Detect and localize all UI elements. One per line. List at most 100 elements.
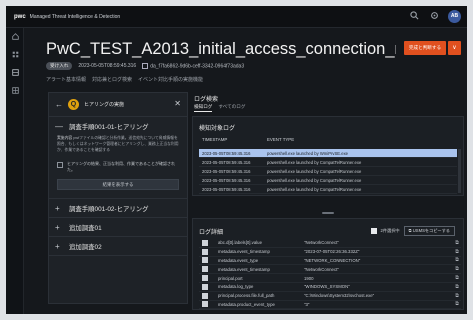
tab-all-logs[interactable]: すべてのログ	[218, 104, 245, 112]
nav-rail	[6, 28, 24, 314]
accordion-header[interactable]: + 追加調査01	[49, 218, 187, 236]
row-checkbox[interactable]	[202, 292, 208, 299]
table-header: TIMESTAMP EVENT TYPE	[199, 137, 457, 147]
show-result-button[interactable]: 結果を表示する	[57, 179, 179, 190]
app-title: Managed Threat Intelligence & Detection	[29, 13, 121, 20]
log-details-title: ログ詳細	[199, 230, 224, 236]
detected-rows: 2023-05-05T08:59:45.316 powershell.exe l…	[199, 149, 457, 194]
accordion-body: 実施内容 pwfファイルの確認と分析作業。送信宛先について脅威情報を照合、もしく…	[49, 135, 187, 198]
log-search-title: ログ検索	[194, 97, 219, 103]
selection-count: 2件選択中	[380, 228, 400, 233]
row-checkbox[interactable]	[202, 239, 208, 246]
accordion-header[interactable]: + 追加調査02	[49, 237, 187, 255]
log-details-card: ログ詳細 2件選択中 ⧉ USMSをコピーする abc.d[0].labels[…	[192, 218, 464, 310]
copy-icon[interactable]: ⧉	[453, 257, 461, 263]
detail-row[interactable]: metadata.event_type "NETWORK_CONNECTION"…	[199, 257, 461, 266]
home-icon[interactable]	[6, 32, 24, 46]
status-badge: 受け入れ	[46, 62, 73, 70]
table-row[interactable]: 2023-05-05T08:59:45.316 powershell.exe l…	[199, 158, 457, 167]
accordion-section-4: + 追加調査02	[49, 237, 187, 256]
copy-udm-button[interactable]: ⧉ USMSをコピーする	[403, 226, 455, 236]
checkbox-label: ヒアリングの結果、正当な利用、作業であることが確認された。	[67, 161, 175, 172]
tab-basic-info[interactable]: アラート基本情報	[46, 76, 86, 83]
expand-icon: +	[55, 203, 60, 213]
column-event-type[interactable]: EVENT TYPE	[267, 137, 457, 147]
tab-response-log[interactable]: 対応兼とログ検索	[92, 76, 132, 83]
back-arrow-icon[interactable]: ←	[55, 100, 63, 109]
collapse-icon: —	[55, 121, 63, 131]
details-options: 2件選択中 ⧉ USMSをコピーする	[370, 226, 455, 236]
accordion-section-3: + 追加調査01	[49, 218, 187, 237]
chevron-down-icon[interactable]: ∨	[448, 41, 461, 55]
panel-title: ヒアリングの実施	[84, 102, 125, 108]
row-checkbox[interactable]	[202, 248, 208, 255]
detail-row[interactable]: abc.d[0].labels[0].value "NetworkConnect…	[199, 239, 461, 248]
section-label: 追加調査01	[69, 224, 102, 232]
accordion-section-1: — 調査手順001-01-ヒアリング 実施内容 pwfファイルの確認と分析作業。…	[49, 117, 187, 199]
result-checkbox-row[interactable]: ヒアリングの結果、正当な利用、作業であることが確認された。	[57, 161, 179, 173]
accordion-header[interactable]: + 調査手順001-02-ヒアリング	[49, 199, 187, 217]
row-checkbox[interactable]	[202, 301, 208, 308]
accordion-section-2: + 調査手順001-02-ヒアリング	[49, 199, 187, 218]
section-label: 調査手順001-02-ヒアリング	[69, 205, 149, 213]
detail-row[interactable]: metadata.product_event_type "3" ⧉	[199, 301, 461, 310]
table-row[interactable]: 2023-05-05T08:59:45.316 powershell.exe l…	[199, 149, 457, 158]
panel-header: ← Q ヒアリングの実施 ✕	[49, 93, 187, 117]
copy-icon[interactable]: ⧉	[453, 284, 461, 290]
page-tabs: アラート基本情報 対応兼とログ検索 イベント対比手順の実施機能	[46, 76, 203, 83]
table-row[interactable]: 2023-05-05T08:59:45.316 powershell.exe l…	[199, 167, 457, 176]
search-icon[interactable]	[408, 10, 420, 23]
table-row[interactable]: 2023-05-05T08:59:45.316 powershell.exe l…	[199, 185, 457, 194]
select-checkbox[interactable]	[370, 228, 377, 234]
expand-icon: +	[55, 241, 60, 251]
accordion-header[interactable]: — 調査手順001-01-ヒアリング	[49, 117, 187, 135]
tab-procedure[interactable]: イベント対比手順の実施機能	[138, 76, 203, 83]
dashboard-icon[interactable]	[6, 68, 24, 82]
scrollbar[interactable]	[458, 149, 461, 193]
copy-icon[interactable]: ⧉	[453, 240, 461, 246]
table-icon[interactable]	[6, 86, 24, 100]
detected-logs-title: 検知対象ログ	[199, 126, 236, 132]
page-title: PwC_TEST_A2013_initial_access_connection…	[46, 40, 396, 58]
app-window: pwc Managed Threat Intelligence & Detect…	[6, 6, 467, 314]
copy-icon[interactable]: ⧉	[453, 293, 461, 299]
alert-timestamp: 2023-05-05T08:59:45.316	[78, 63, 137, 69]
row-checkbox[interactable]	[202, 257, 208, 264]
detected-logs-card: 検知対象ログ TIMESTAMP EVENT TYPE 2023-05-05T0…	[192, 116, 464, 196]
grip-icon[interactable]	[322, 212, 334, 214]
alert-id: da_f7fa6862-9d6b-ceff-3342-0964f73ada3	[142, 62, 244, 69]
procedure-text: 実施内容 pwfファイルの確認と分析作業。送信宛先について脅威情報を照合、もしく…	[57, 136, 179, 152]
meta-row: 受け入れ 2023-05-05T08:59:45.316 da_f7fa6862…	[46, 62, 244, 70]
tab-detected-logs[interactable]: 検知ログ	[194, 104, 213, 112]
checkbox[interactable]	[57, 162, 63, 168]
copy-icon[interactable]: ⧉	[453, 275, 461, 281]
complete-button[interactable]: 完成と判断する	[404, 41, 446, 55]
copy-icon[interactable]: ⧉	[453, 266, 461, 272]
close-icon[interactable]: ✕	[174, 99, 181, 108]
avatar[interactable]: AB	[448, 10, 461, 23]
log-tabs: 検知ログ すべてのログ	[194, 104, 245, 112]
copy-icon[interactable]: ⧉	[453, 301, 461, 307]
row-checkbox[interactable]	[202, 275, 208, 282]
detail-row[interactable]: metadata.log_type "WINDOWS_SYSMON" ⧉	[199, 283, 461, 292]
table-row[interactable]: 2023-05-05T08:59:45.316 powershell.exe l…	[199, 176, 457, 185]
detail-row[interactable]: principal.process.file.full_path "C:\Win…	[199, 292, 461, 301]
hearing-panel: ← Q ヒアリングの実施 ✕ — 調査手順001-01-ヒアリング 実施内容 p…	[48, 92, 188, 304]
detail-row[interactable]: metadata.event_timestamp "NetworkConnect…	[199, 265, 461, 275]
id-icon	[142, 62, 149, 69]
topbar-actions: AB	[408, 10, 461, 23]
log-search-panel: ログ検索 検知ログ すべてのログ 検知対象ログ TIMESTAMP EVENT …	[192, 92, 464, 310]
row-checkbox[interactable]	[202, 283, 208, 290]
grid-icon[interactable]	[6, 50, 24, 64]
resize-handle[interactable]	[192, 212, 464, 216]
section-label: 追加調査02	[69, 243, 102, 251]
column-timestamp[interactable]: TIMESTAMP	[199, 137, 267, 147]
top-bar: pwc Managed Threat Intelligence & Detect…	[6, 6, 467, 28]
brand-logo: pwc	[14, 13, 26, 20]
detail-row[interactable]: metadata.event_timestamp "2023-07-05T02:…	[199, 248, 461, 257]
copy-icon[interactable]: ⧉	[453, 249, 461, 255]
detail-row[interactable]: principal.port 1900 ⧉	[199, 274, 461, 283]
page-header: PwC_TEST_A2013_initial_access_connection…	[24, 28, 467, 90]
settings-icon[interactable]	[428, 11, 440, 23]
row-checkbox[interactable]	[202, 266, 208, 273]
